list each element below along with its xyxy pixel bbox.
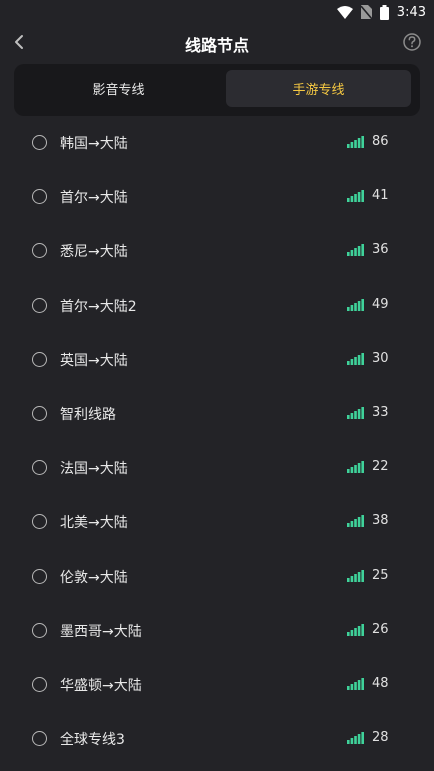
line-type-tabs: 影音专线 手游专线 xyxy=(14,64,420,116)
list-item[interactable]: 首尔→大陆 41 xyxy=(0,170,434,224)
radio-button[interactable] xyxy=(32,351,47,367)
radio-button[interactable] xyxy=(32,189,47,205)
radio-button[interactable] xyxy=(32,297,47,313)
node-name: 悉尼→大陆 xyxy=(60,244,128,261)
ping-value: 48 xyxy=(372,675,389,691)
list-item[interactable]: 悉尼→大陆 36 xyxy=(0,224,434,278)
node-list: 韩国→大陆 86 首尔→大陆 41 悉尼→大陆 36 首尔→大陆2 49 英国→… xyxy=(0,116,434,766)
node-name: 北美→大陆 xyxy=(60,515,128,532)
signal-icon xyxy=(347,298,364,311)
radio-button[interactable] xyxy=(32,676,47,692)
ping-value: 26 xyxy=(372,621,389,637)
signal-icon xyxy=(347,352,364,365)
list-item[interactable]: 墨西哥→大陆 26 xyxy=(0,604,434,658)
radio-button[interactable] xyxy=(32,405,47,421)
node-name: 首尔→大陆 xyxy=(60,190,128,207)
radio-button[interactable] xyxy=(32,243,47,259)
signal-icon xyxy=(347,190,364,203)
ping-value: 22 xyxy=(372,459,389,475)
signal-icon xyxy=(347,244,364,257)
status-time: 3:43 xyxy=(396,4,426,20)
radio-button[interactable] xyxy=(32,731,47,747)
node-name: 法国→大陆 xyxy=(60,461,128,478)
list-item[interactable]: 英国→大陆 30 xyxy=(0,333,434,387)
list-item[interactable]: 首尔→大陆2 49 xyxy=(0,279,434,333)
ping-value: 25 xyxy=(372,567,389,583)
list-item[interactable]: 北美→大陆 38 xyxy=(0,495,434,549)
node-name: 墨西哥→大陆 xyxy=(60,623,142,640)
ping-value: 28 xyxy=(372,730,389,746)
list-item[interactable]: 韩国→大陆 86 xyxy=(0,116,434,170)
radio-button[interactable] xyxy=(32,460,47,476)
node-name: 首尔→大陆2 xyxy=(60,298,137,315)
ping-value: 41 xyxy=(372,188,389,204)
node-name: 韩国→大陆 xyxy=(60,136,128,152)
radio-button[interactable] xyxy=(32,568,47,584)
node-name: 智利线路 xyxy=(60,406,116,423)
no-sim-icon xyxy=(360,5,372,19)
ping-value: 86 xyxy=(372,134,389,149)
tab-game-line[interactable]: 手游专线 xyxy=(226,70,411,107)
radio-button[interactable] xyxy=(32,514,47,530)
status-bar: 3:43 xyxy=(0,0,434,24)
ping-value: 36 xyxy=(372,242,389,258)
ping-value: 49 xyxy=(372,296,389,312)
ping-value: 38 xyxy=(372,513,389,529)
radio-button[interactable] xyxy=(32,135,47,150)
node-name: 全球专线3 xyxy=(60,732,125,749)
list-item[interactable]: 全球专线3 28 xyxy=(0,712,434,766)
page-title: 线路节点 xyxy=(184,36,249,55)
header: 线路节点 xyxy=(0,24,434,60)
signal-icon xyxy=(347,623,364,636)
signal-icon xyxy=(347,515,364,528)
node-name: 英国→大陆 xyxy=(60,352,128,369)
signal-icon xyxy=(347,677,364,690)
ping-value: 33 xyxy=(372,404,389,420)
list-item[interactable]: 华盛顿→大陆 48 xyxy=(0,658,434,712)
list-item[interactable]: 法国→大陆 22 xyxy=(0,441,434,495)
signal-icon xyxy=(347,732,364,745)
radio-button[interactable] xyxy=(32,622,47,638)
node-name: 华盛顿→大陆 xyxy=(60,677,142,694)
signal-icon xyxy=(347,136,364,148)
wifi-icon xyxy=(336,5,353,19)
signal-icon xyxy=(347,461,364,474)
battery-icon xyxy=(379,4,389,20)
list-item[interactable]: 伦敦→大陆 25 xyxy=(0,550,434,604)
tab-video-line[interactable]: 影音专线 xyxy=(26,70,211,107)
ping-value: 30 xyxy=(372,350,389,366)
signal-icon xyxy=(347,406,364,419)
list-item[interactable]: 智利线路 33 xyxy=(0,387,434,441)
help-icon[interactable] xyxy=(402,32,422,52)
signal-icon xyxy=(347,569,364,582)
node-name: 伦敦→大陆 xyxy=(60,569,128,586)
